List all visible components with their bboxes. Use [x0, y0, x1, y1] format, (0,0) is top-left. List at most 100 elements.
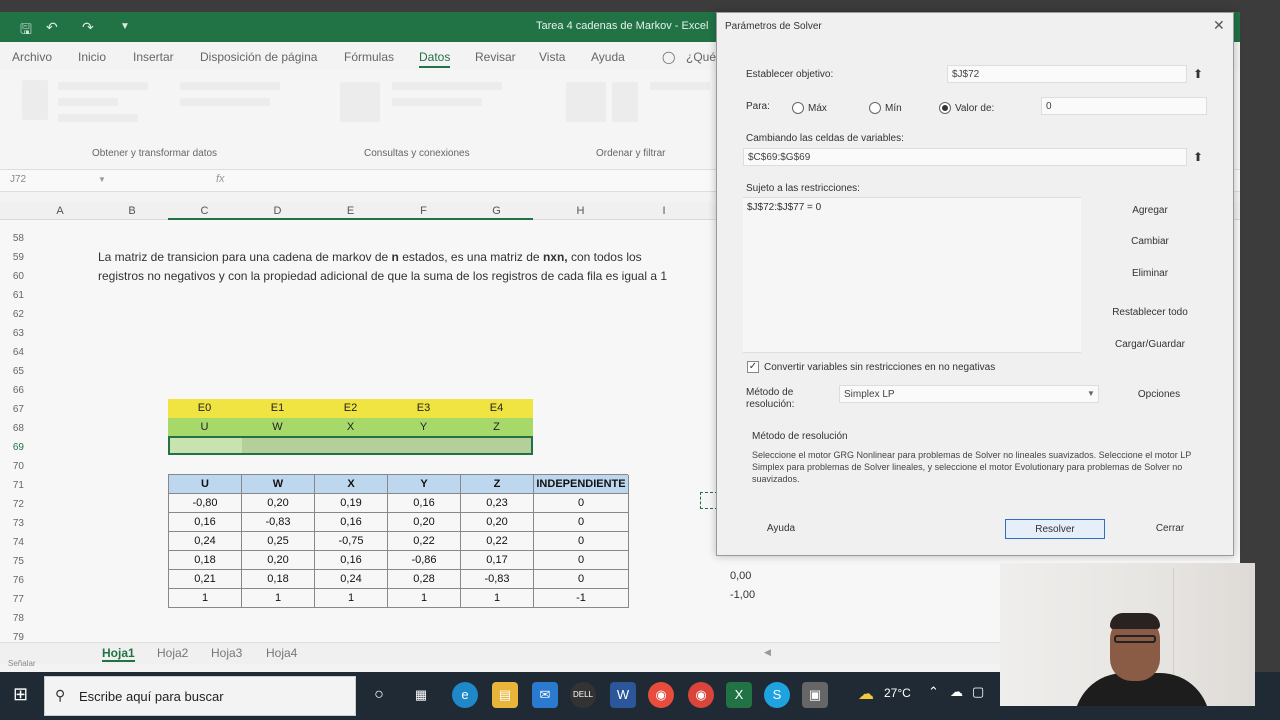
max-radio[interactable]	[792, 102, 804, 114]
row-number[interactable]: 60	[0, 271, 24, 282]
table-header[interactable]: INDEPENDIENTE	[534, 475, 629, 494]
table-header[interactable]: Y	[388, 475, 461, 494]
state-cell[interactable]: E3	[387, 399, 460, 418]
side-value[interactable]: -1,00	[730, 589, 755, 601]
constraints-list[interactable]: $J$72:$J$77 = 0	[743, 197, 1081, 353]
help-button[interactable]: Ayuda	[731, 519, 831, 539]
table-cell[interactable]: 1	[461, 589, 534, 608]
name-box[interactable]: J72	[10, 174, 26, 185]
table-cell[interactable]: 0,16	[315, 551, 388, 570]
column-header-f[interactable]: F	[387, 205, 460, 217]
nonnegative-label[interactable]: Convertir variables sin restricciones en…	[764, 362, 995, 373]
table-header[interactable]: X	[315, 475, 388, 494]
weather-icon[interactable]: ☁	[858, 684, 874, 704]
table-cell[interactable]: 0,25	[242, 532, 315, 551]
table-cell[interactable]: -0,83	[242, 513, 315, 532]
namebox-dropdown-icon[interactable]: ▼	[98, 175, 106, 184]
sort-icon[interactable]	[566, 82, 606, 122]
chevron-up-icon[interactable]: ⌃	[928, 684, 939, 700]
tab-disposicion[interactable]: Disposición de página	[200, 50, 317, 64]
solve-button[interactable]: Resolver	[1005, 519, 1105, 539]
table-cell[interactable]: 0	[534, 513, 629, 532]
table-cell[interactable]: -1	[534, 589, 629, 608]
table-cell[interactable]: -0,86	[388, 551, 461, 570]
delete-button[interactable]: Eliminar	[1089, 264, 1211, 284]
selected-range-c69-g69[interactable]	[168, 436, 533, 455]
tab-formulas[interactable]: Fórmulas	[344, 50, 394, 64]
table-cell[interactable]: 0,28	[388, 570, 461, 589]
table-cell[interactable]: 0,23	[461, 494, 534, 513]
row-number[interactable]: 61	[0, 290, 24, 301]
table-cell[interactable]: 0,18	[169, 551, 242, 570]
app-icon[interactable]: ▣	[802, 682, 828, 708]
row-number[interactable]: 67	[0, 404, 24, 415]
table-cell[interactable]: 0,16	[315, 513, 388, 532]
column-header-c[interactable]: C	[168, 205, 241, 217]
column-header-d[interactable]: D	[241, 205, 314, 217]
undo-icon[interactable]: ↶	[46, 19, 58, 36]
table-cell[interactable]: -0,75	[315, 532, 388, 551]
taskbar-search[interactable]: ⚲ Escribe aquí para buscar	[44, 676, 356, 716]
tab-vista[interactable]: Vista	[539, 50, 565, 64]
row-number[interactable]: 74	[0, 537, 24, 548]
lightbulb-icon[interactable]: ◯	[662, 50, 675, 64]
windows-start-icon[interactable]: ⊞	[13, 684, 28, 705]
table-cell[interactable]: 0,16	[169, 513, 242, 532]
row-number[interactable]: 78	[0, 613, 24, 624]
row-number[interactable]: 77	[0, 594, 24, 605]
row-number[interactable]: 58	[0, 233, 24, 244]
tab-datos[interactable]: Datos	[419, 50, 451, 68]
table-cell[interactable]: 1	[315, 589, 388, 608]
table-cell[interactable]: -0,83	[461, 570, 534, 589]
table-cell[interactable]: 0,22	[461, 532, 534, 551]
table-cell[interactable]: 0,20	[242, 551, 315, 570]
min-label[interactable]: Mín	[885, 103, 902, 114]
scroll-left-icon[interactable]: ◀	[764, 647, 771, 658]
refresh-all-icon[interactable]	[340, 82, 380, 122]
objective-input[interactable]: $J$72	[947, 65, 1187, 83]
table-cell[interactable]: 0,19	[315, 494, 388, 513]
dell-icon[interactable]: DELL	[570, 682, 596, 708]
value-of-input[interactable]: 0	[1041, 97, 1207, 115]
get-data-icon[interactable]	[22, 80, 48, 120]
row-number[interactable]: 71	[0, 480, 24, 491]
variable-cell[interactable]: W	[241, 418, 314, 437]
filter-icon[interactable]	[612, 82, 638, 122]
tab-insertar[interactable]: Insertar	[133, 50, 174, 64]
sheet-tab-hoja4[interactable]: Hoja4	[266, 646, 297, 660]
chrome-icon[interactable]: ◉	[648, 682, 674, 708]
row-number[interactable]: 76	[0, 575, 24, 586]
close-icon[interactable]: ✕	[1213, 17, 1225, 34]
device-icon[interactable]: ▢	[972, 684, 984, 700]
table-cell[interactable]: 0,22	[388, 532, 461, 551]
column-header-h[interactable]: H	[533, 205, 628, 217]
reset-all-button[interactable]: Restablecer todo	[1089, 303, 1211, 323]
changing-cells-input[interactable]: $C$69:$G$69	[743, 148, 1187, 166]
table-cell[interactable]: 0,17	[461, 551, 534, 570]
tab-ayuda[interactable]: Ayuda	[591, 50, 625, 64]
state-cell[interactable]: E2	[314, 399, 387, 418]
value-of-radio[interactable]	[939, 102, 951, 114]
table-cell[interactable]: 1	[388, 589, 461, 608]
value-of-label[interactable]: Valor de:	[955, 103, 994, 114]
customize-toolbar-icon[interactable]: ▼	[120, 21, 130, 32]
table-cell[interactable]: 0,21	[169, 570, 242, 589]
close-button[interactable]: Cerrar	[1121, 519, 1219, 539]
row-number[interactable]: 59	[0, 252, 24, 263]
row-number-selected[interactable]: 69	[0, 442, 24, 453]
state-cell[interactable]: E1	[241, 399, 314, 418]
word-icon[interactable]: W	[610, 682, 636, 708]
column-header-e[interactable]: E	[314, 205, 387, 217]
tab-revisar[interactable]: Revisar	[475, 50, 516, 64]
add-button[interactable]: Agregar	[1089, 201, 1211, 221]
skype-icon[interactable]: S	[764, 682, 790, 708]
change-button[interactable]: Cambiar	[1089, 232, 1211, 252]
max-label[interactable]: Máx	[808, 103, 827, 114]
table-cell[interactable]: 1	[242, 589, 315, 608]
file-explorer-icon[interactable]: ▤	[492, 682, 518, 708]
table-cell[interactable]: 0	[534, 551, 629, 570]
tab-archivo[interactable]: Archivo	[12, 50, 52, 64]
chrome-profile-icon[interactable]: ◉	[688, 682, 714, 708]
widgets-icon[interactable]: ▦	[408, 682, 434, 708]
tell-me-search[interactable]: ¿Qué	[686, 50, 716, 64]
